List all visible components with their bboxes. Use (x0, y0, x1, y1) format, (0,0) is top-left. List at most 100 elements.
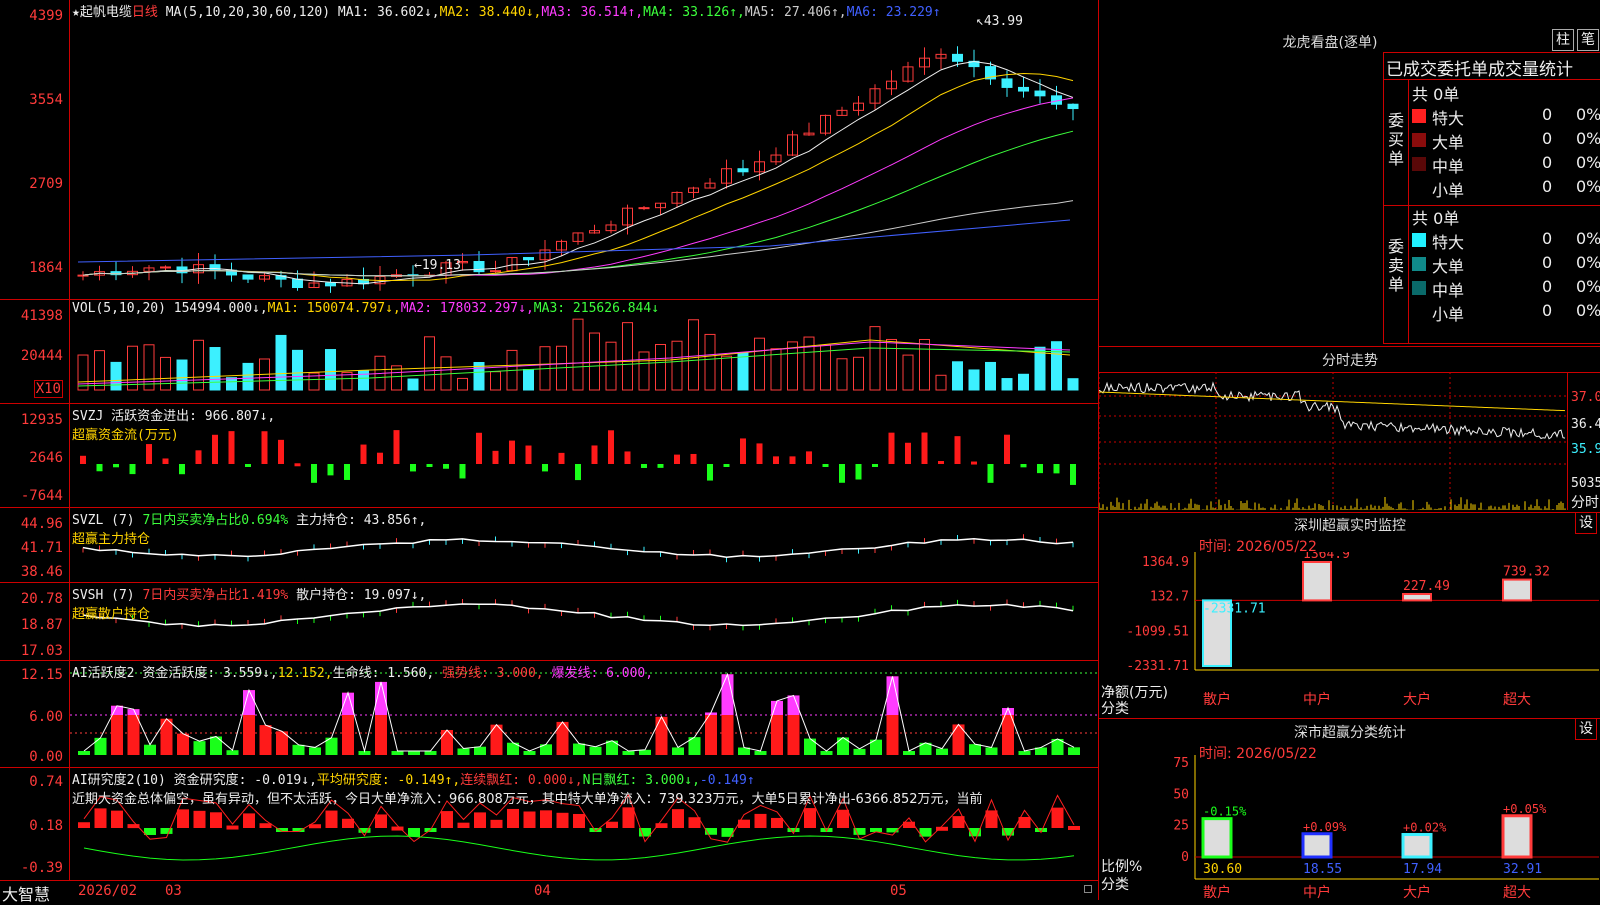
candle (952, 53, 963, 62)
sz-class-cat: 分类 (1101, 877, 1129, 893)
class-change: +0.09% (1303, 820, 1347, 834)
flow-bar (195, 450, 202, 464)
lock-icon[interactable] (1084, 885, 1092, 893)
candle (292, 278, 303, 289)
activity-bar (672, 747, 684, 755)
activity-bar (259, 725, 272, 755)
svzl-subtitle: 超赢主力持仓 (72, 532, 151, 547)
bar-view-button[interactable]: 柱 (1552, 29, 1574, 51)
research-bar (441, 811, 453, 828)
flow-bar (674, 454, 680, 464)
flow-bar (129, 464, 136, 475)
avg-research-line (83, 835, 1075, 861)
volume-bar (490, 371, 501, 391)
buy-row-v: 0 (1542, 177, 1553, 196)
svzj-pane[interactable]: 12935 2646 -7644 SVZJ 活跃资金进出: 966.807↓, … (0, 404, 1098, 508)
activity-bar (1068, 747, 1080, 755)
ai-research-pane[interactable]: 0.74 0.18 -0.39 AI研究度2(10) 资金研究度: -0.019… (0, 768, 1098, 880)
activity-bar (193, 741, 206, 755)
activity-bar (457, 748, 470, 755)
volume-bar (407, 378, 419, 391)
flow-bar (954, 436, 961, 464)
flow-bar (179, 464, 185, 475)
ma1-value: MA1: 36.602↓, (337, 5, 440, 20)
sz-monitor-chart[interactable]: 1364.9 132.7 -1099.51 -2331.71 -2331.71 散户 136… (1099, 552, 1600, 712)
buy-row-p: 0% (1576, 153, 1600, 172)
class-bar-超大 (1501, 814, 1533, 859)
research-bar (606, 821, 618, 828)
ai-activity-axis: 12.15 6.00 0.00 (0, 661, 70, 767)
sell-row-name: 特大 (1432, 233, 1465, 252)
research-bar (985, 810, 998, 828)
volume-bar (886, 338, 897, 391)
candlestick-chart[interactable] (70, 0, 1098, 300)
volume-bar (869, 326, 881, 391)
monitor-bar-label: 739.32 (1503, 565, 1550, 580)
buy-row-name: 中单 (1432, 157, 1465, 176)
date-tick: 05 (890, 883, 907, 899)
volume-bar (77, 354, 89, 391)
sz-class-settings-button[interactable]: 设 (1575, 718, 1597, 740)
ai2-life: 生命线: 1.560, (332, 666, 435, 681)
tick-view-button[interactable]: 笔 (1577, 29, 1599, 51)
volume-bar (968, 369, 980, 391)
intraday-chart[interactable] (1099, 372, 1567, 510)
svsh-label: SVSH (7) (72, 588, 135, 603)
candle (737, 168, 749, 173)
price-tick: 2709 (29, 176, 63, 192)
buy-row-name: 特大 (1432, 109, 1465, 128)
svsh-pane[interactable]: 20.78 18.87 17.03 SVSH (7) 7日内买卖净占比1.419… (0, 583, 1098, 661)
monitor-tick: -1099.51 (1126, 624, 1189, 639)
volume-axis: 41398 20444 X10 (0, 300, 70, 403)
research-bar (1068, 825, 1080, 830)
flow-bar (657, 464, 664, 468)
ai2-label: AI活跃度2 (72, 666, 135, 681)
activity-bar (127, 709, 140, 755)
price-tick: 4399 (29, 8, 63, 24)
ma6-value: MA6: 23.229↑ (846, 5, 941, 20)
activity-bar (226, 750, 239, 755)
vol-tick: 20444 (20, 348, 63, 364)
brand-logo: 大智慧 (2, 885, 51, 904)
svzl-pane[interactable]: 44.96 41.71 38.46 SVZL (7) 7日内买卖净占比0.694… (0, 508, 1098, 583)
monitor-bar-label: -2331.71 (1203, 601, 1266, 616)
flow-bar (806, 451, 812, 464)
monitor-tick: 1364.9 (1142, 555, 1189, 570)
candle (77, 274, 89, 277)
vol-tick: 41398 (20, 308, 63, 324)
candle (490, 270, 501, 273)
date-tick: 04 (534, 883, 551, 899)
chart-area[interactable]: 4399 3554 2709 1864 ★起帆电缆日线 MA(5,10,20,3… (0, 0, 1098, 904)
buy-row-name: 小单 (1432, 181, 1465, 200)
research-bar (556, 812, 569, 828)
volume-bar (638, 351, 650, 391)
research-bar (837, 809, 849, 828)
lhb-subtitle: 已成交委托单成交量统计 (1386, 60, 1573, 80)
ai2-max: 12.152, (277, 666, 333, 681)
buy-row-p: 0% (1576, 129, 1600, 148)
research-bar (160, 828, 173, 834)
class-tick: 75 (1173, 756, 1189, 771)
volume-bar (292, 349, 303, 391)
ai-research-axis: 0.74 0.18 -0.39 (0, 768, 70, 880)
svzl-label: SVZL (7) (72, 513, 135, 528)
volume-bar (704, 333, 716, 391)
sz-class-chart[interactable]: 75 50 25 0 -0.15% 30.60 散户 +0.09% 18.55 中户 +0.02% 1… (1099, 755, 1600, 900)
ai-activity-pane[interactable]: 12.15 6.00 0.00 AI活跃度2 资金活跃度: 3.559↓,12.… (0, 661, 1098, 768)
class-change: +0.02% (1403, 821, 1447, 835)
volume-pane[interactable]: 41398 20444 X10 VOL(5,10,20) 154994.000↓… (0, 300, 1098, 404)
volume-bar (242, 362, 254, 391)
research-bar (672, 809, 684, 828)
flow-bar (987, 464, 994, 483)
sz-monitor-settings-button[interactable]: 设 (1575, 512, 1597, 534)
activity-bar (441, 730, 453, 755)
svzl-tick: 41.71 (20, 540, 63, 556)
flow-bar (872, 464, 878, 467)
svsh-tick: 18.87 (20, 617, 63, 633)
flow-bar (146, 444, 152, 464)
flow-bar (344, 464, 350, 480)
price-pane[interactable]: 4399 3554 2709 1864 ★起帆电缆日线 MA(5,10,20,3… (0, 0, 1098, 300)
flow-bar (641, 464, 647, 468)
intraday-label: 分时 (1571, 495, 1599, 511)
activity-bar (655, 716, 668, 755)
